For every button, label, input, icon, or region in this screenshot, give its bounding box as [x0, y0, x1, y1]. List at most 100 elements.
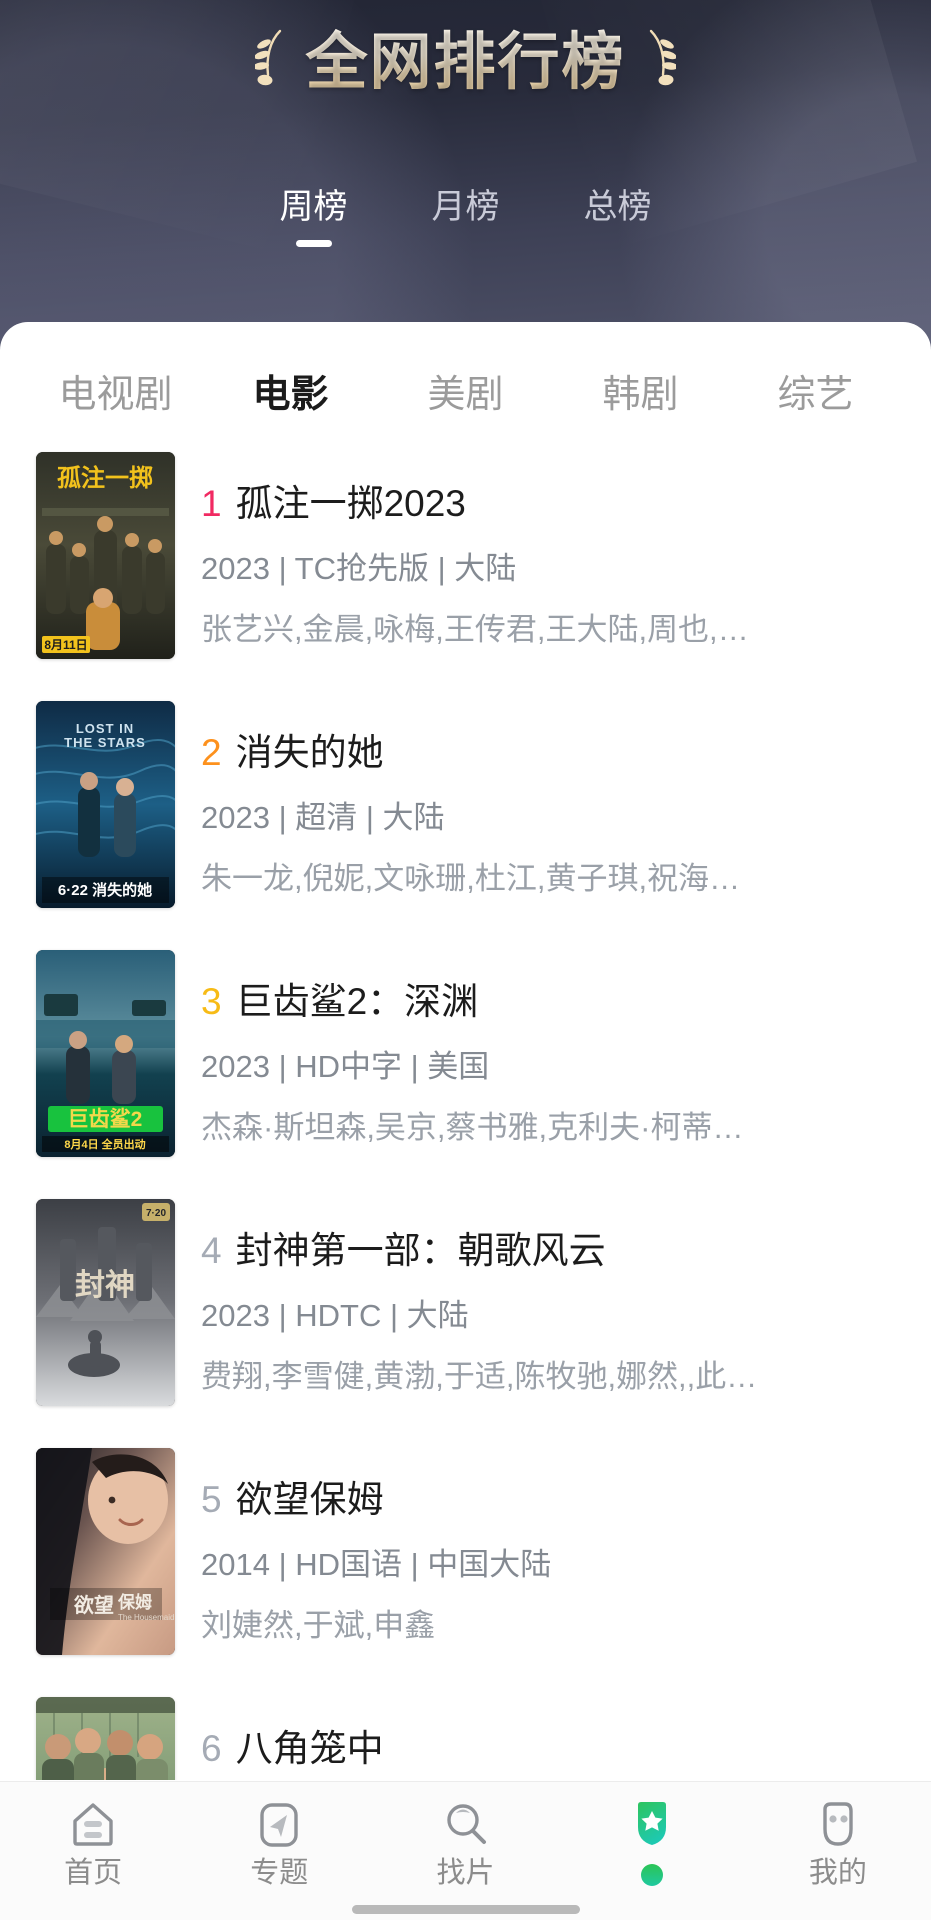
nav-item-home[interactable]: 首页: [0, 1796, 186, 1890]
list-item-meta: 3 巨齿鲨2：深渊 2023 | HD中字 | 美国 杰森·斯坦森,吴京,蔡书雅…: [201, 950, 907, 1146]
movie-meta: 2023 | HDTC | 大陆: [201, 1297, 469, 1333]
list-item-title-line: 6 八角笼中: [201, 1727, 907, 1771]
list-item-meta: 5 欲望保姆 2014 | HD国语 | 中国大陆 刘婕然,于斌,申鑫: [201, 1448, 907, 1644]
list-item[interactable]: 欲望 保姆 The Housemaid 5 欲望保姆 2014 | HD国语 |…: [0, 1436, 931, 1685]
list-item-title-line: 5 欲望保姆: [201, 1478, 907, 1522]
nav-item-favorites[interactable]: [559, 1796, 745, 1892]
svg-text:巨齿鲨2: 巨齿鲨2: [68, 1107, 143, 1131]
page-title-row: 全网排行榜: [0, 26, 931, 99]
category-tab-movie[interactable]: 电影: [203, 373, 378, 419]
svg-text:THE STARS: THE STARS: [64, 735, 146, 750]
list-item-meta: 1 孤注一掷2023 2023 | TC抢先版 | 大陆 张艺兴,金晨,咏梅,王…: [201, 452, 907, 648]
movie-meta: 2023 | TC抢先版 | 大陆: [201, 550, 517, 586]
svg-text:封神: 封神: [75, 1269, 135, 1302]
nav-item-home-label: 首页: [64, 1857, 123, 1889]
bottom-navigation: 首页 专题 找片 我的: [0, 1781, 931, 1920]
svg-text:LOST IN: LOST IN: [76, 721, 134, 736]
app-screen: 全网排行榜 周榜 月榜 总榜 电视剧 电影 美剧 韩剧 综艺 孤注一掷 8月11…: [0, 0, 931, 1920]
nav-item-profile-label: 我的: [808, 1857, 867, 1889]
list-item-title-line: 2 消失的她: [201, 731, 907, 775]
navigation-arrow-icon: [251, 1796, 307, 1852]
period-tab-total-label: 总榜: [583, 188, 652, 226]
poster-xiao-shi-de-ta[interactable]: LOST IN THE STARS 6·22 消失的她: [36, 701, 175, 908]
nav-item-search[interactable]: 找片: [372, 1796, 558, 1890]
rank-number: 2: [201, 732, 222, 773]
profile-face-icon: [810, 1796, 866, 1852]
category-tab-variety[interactable]: 综艺: [728, 373, 903, 419]
list-item-meta: 2 消失的她 2023 | 超清 | 大陆 朱一龙,倪妮,文咏珊,杜江,黄子琪,…: [201, 701, 907, 897]
laurel-icon: [649, 29, 676, 85]
list-item-meta: 4 封神第一部：朝歌风云 2023 | HDTC | 大陆 费翔,李雪健,黄渤,…: [201, 1199, 907, 1395]
svg-text:保姆: 保姆: [117, 1592, 152, 1612]
movie-title: 八角笼中: [235, 1728, 384, 1769]
list-item[interactable]: 6 八角笼中: [0, 1685, 931, 1780]
movie-actors: 刘婕然,于斌,申鑫: [201, 1607, 436, 1643]
poster-ju-chi-sha-2[interactable]: 巨齿鲨2 8月4日 全员出动: [36, 950, 175, 1157]
category-tab-kr-drama[interactable]: 韩剧: [553, 373, 728, 419]
period-tab-month-label: 月榜: [431, 188, 500, 226]
movie-title: 消失的她: [235, 732, 384, 773]
svg-text:The Housemaid: The Housemaid: [118, 1613, 174, 1622]
movie-title: 封神第一部：朝歌风云: [235, 1230, 606, 1271]
page-title: 全网排行榜: [305, 26, 625, 99]
list-item[interactable]: 巨齿鲨2 8月4日 全员出动 3 巨齿鲨2：深渊 2023 | HD中字 | 美…: [0, 938, 931, 1187]
list-item-title-line: 1 孤注一掷2023: [201, 482, 907, 526]
movie-actors: 杰森·斯坦森,吴京,蔡书雅,克利夫·柯蒂斯…: [201, 1109, 761, 1145]
list-item-title-line: 4 封神第一部：朝歌风云: [201, 1229, 907, 1273]
movie-actors: 张艺兴,金晨,咏梅,王传君,王大陆,周也,孙阳,…: [201, 611, 761, 647]
movie-title: 孤注一掷2023: [235, 483, 466, 524]
category-tab-tv-label: 电视剧: [58, 374, 173, 417]
poster-gu-zhu-yi-zhi[interactable]: 孤注一掷 8月11日: [36, 452, 175, 659]
category-tab-tv[interactable]: 电视剧: [28, 373, 203, 419]
poster-feng-shen[interactable]: 封神 7·20: [36, 1199, 175, 1406]
movie-actors: 费翔,李雪健,黄渤,于适,陈牧驰,娜然,,此沙,…: [201, 1358, 761, 1394]
list-item[interactable]: LOST IN THE STARS 6·22 消失的她 2 消失的她 2023 …: [0, 689, 931, 938]
search-icon: [438, 1796, 494, 1852]
period-tab-month[interactable]: 月榜: [418, 186, 514, 249]
category-tabs: 电视剧 电影 美剧 韩剧 综艺: [0, 350, 931, 442]
category-tab-us-drama-label: 美剧: [427, 374, 504, 417]
rank-number: 1: [201, 483, 222, 524]
period-tab-total[interactable]: 总榜: [570, 186, 666, 249]
list-item-meta: 6 八角笼中: [201, 1697, 907, 1771]
ranking-header: 全网排行榜 周榜 月榜 总榜: [0, 0, 931, 360]
home-indicator: [351, 1905, 580, 1914]
rank-number: 4: [201, 1230, 222, 1271]
period-tab-week-label: 周榜: [279, 188, 348, 226]
rank-number: 3: [201, 981, 222, 1022]
home-icon: [65, 1796, 121, 1852]
category-tab-kr-drama-label: 韩剧: [602, 374, 679, 417]
category-tab-movie-label: 电影: [252, 374, 329, 417]
movie-title: 欲望保姆: [235, 1479, 384, 1520]
movie-title: 巨齿鲨2：深渊: [235, 981, 479, 1022]
poster-ba-jiao-long-zhong[interactable]: [36, 1697, 175, 1780]
nav-item-profile[interactable]: 我的: [745, 1796, 931, 1890]
shield-star-icon: [624, 1796, 680, 1852]
laurel-icon: [255, 29, 282, 85]
nav-item-topics[interactable]: 专题: [186, 1796, 372, 1890]
period-tab-week[interactable]: 周榜: [266, 186, 362, 249]
movie-meta: 2023 | HD中字 | 美国: [201, 1048, 490, 1084]
rank-number: 5: [201, 1479, 222, 1520]
category-tab-variety-label: 综艺: [777, 374, 854, 417]
list-item[interactable]: 封神 7·20 4 封神第一部：朝歌风云 2023 | HDTC | 大陆 费翔…: [0, 1187, 931, 1436]
svg-text:欲望: 欲望: [73, 1593, 114, 1617]
nav-item-topics-label: 专题: [250, 1857, 309, 1889]
movie-actors: 朱一龙,倪妮,文咏珊,杜江,黄子琪,祝海钰,张…: [201, 860, 761, 896]
category-tab-us-drama[interactable]: 美剧: [378, 373, 553, 419]
svg-text:6·22 消失的她: 6·22 消失的她: [58, 881, 152, 899]
movie-meta: 2014 | HD国语 | 中国大陆: [201, 1546, 552, 1582]
svg-text:8月4日 全员出动: 8月4日 全员出动: [64, 1137, 145, 1151]
list-item-title-line: 3 巨齿鲨2：深渊: [201, 980, 907, 1024]
active-indicator-dot: [640, 1864, 663, 1886]
nav-item-search-label: 找片: [436, 1857, 495, 1889]
svg-text:孤注一掷: 孤注一掷: [57, 464, 153, 492]
poster-yu-wang-bao-mu[interactable]: 欲望 保姆 The Housemaid: [36, 1448, 175, 1655]
list-item[interactable]: 孤注一掷 8月11日 1 孤注一掷2023 2023 | TC抢先版 | 大陆 …: [0, 440, 931, 689]
content-sheet: 电视剧 电影 美剧 韩剧 综艺 孤注一掷 8月11日 1 孤注一掷2023 20…: [0, 322, 931, 1920]
period-tabs: 周榜 月榜 总榜: [0, 186, 931, 249]
svg-text:8月11日: 8月11日: [44, 638, 87, 652]
rank-number: 6: [201, 1728, 222, 1769]
ranking-list[interactable]: 孤注一掷 8月11日 1 孤注一掷2023 2023 | TC抢先版 | 大陆 …: [0, 440, 931, 1780]
svg-text:7·20: 7·20: [146, 1208, 166, 1219]
